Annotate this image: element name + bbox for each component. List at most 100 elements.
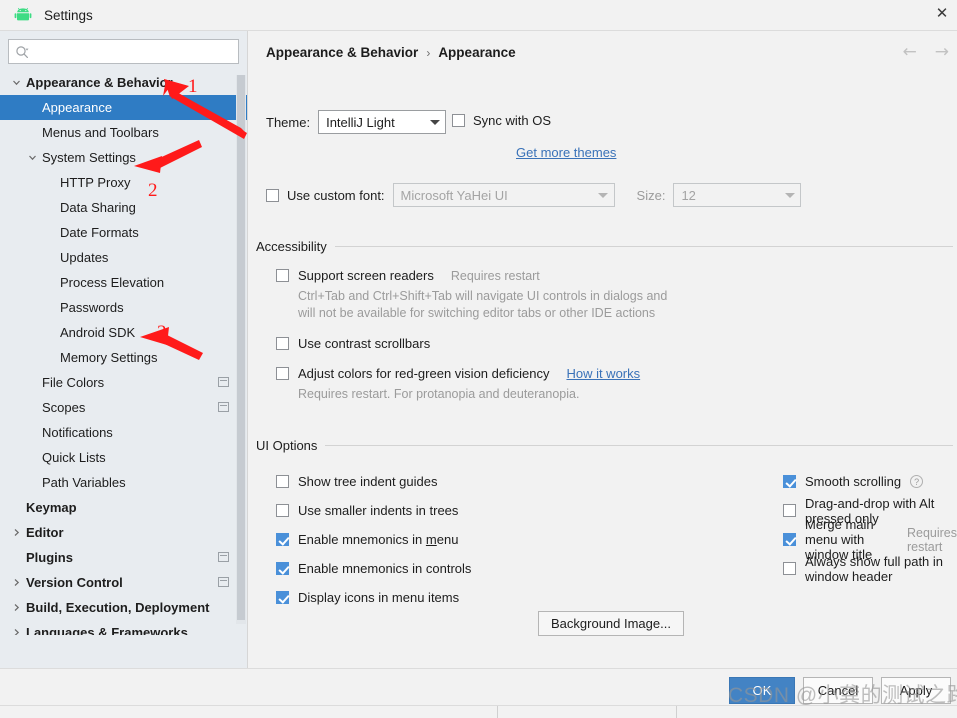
- sidebar-item-process-elevation[interactable]: Process Elevation: [0, 270, 247, 295]
- sidebar-item-passwords[interactable]: Passwords: [0, 295, 247, 320]
- sidebar-item-label: Editor: [26, 525, 64, 540]
- sidebar-item-label: Path Variables: [42, 475, 126, 490]
- sidebar-scrollbar-thumb[interactable]: [237, 75, 245, 620]
- sidebar-item-label: Date Formats: [60, 225, 139, 240]
- use-smaller-indents-in-trees-row[interactable]: Use smaller indents in trees: [276, 496, 471, 525]
- sidebar-item-memory-settings[interactable]: Memory Settings: [0, 345, 247, 370]
- sidebar-item-file-colors[interactable]: File Colors: [0, 370, 247, 395]
- chevron-down-icon[interactable]: [10, 76, 23, 89]
- sidebar-item-data-sharing[interactable]: Data Sharing: [0, 195, 247, 220]
- enable-mnemonics-in-controls-box[interactable]: [276, 562, 289, 575]
- enable-mnemonics-in-menu-label: Enable mnemonics in menu: [298, 532, 459, 547]
- support-screen-readers-row[interactable]: Support screen readers Requires restart: [276, 267, 667, 284]
- sidebar-item-label: Scopes: [42, 400, 86, 415]
- chevron-right-icon[interactable]: [10, 526, 23, 539]
- font-size-select[interactable]: 12: [673, 183, 802, 207]
- chevron-right-icon[interactable]: [10, 576, 23, 589]
- use-custom-font-box[interactable]: [266, 188, 279, 202]
- ui-options-right-column: Smooth scrolling? Drag-and-drop with Alt …: [783, 467, 957, 584]
- display-icons-in-menu-items-row[interactable]: Display icons in menu items: [276, 583, 471, 612]
- background-image-button[interactable]: Background Image...: [538, 611, 684, 636]
- show-tree-indent-guides-row[interactable]: Show tree indent guides: [276, 467, 471, 496]
- use-custom-font-checkbox[interactable]: Use custom font:: [266, 188, 385, 203]
- sidebar-item-label: HTTP Proxy: [60, 175, 131, 190]
- sidebar-item-appearance-behavior[interactable]: Appearance & Behavior: [0, 70, 247, 95]
- get-more-themes-link[interactable]: Get more themes: [516, 145, 616, 160]
- sidebar-item-system-settings[interactable]: System Settings: [0, 145, 247, 170]
- smooth-scrolling-row[interactable]: Smooth scrolling?: [783, 467, 957, 496]
- sidebar-item-path-variables[interactable]: Path Variables: [0, 470, 247, 495]
- sidebar-item-quick-lists[interactable]: Quick Lists: [0, 445, 247, 470]
- sync-with-os-box[interactable]: [452, 114, 465, 127]
- use-contrast-scrollbars-row[interactable]: Use contrast scrollbars: [276, 335, 667, 352]
- android-robot-icon: [14, 7, 32, 23]
- display-icons-in-menu-items-box[interactable]: [276, 591, 289, 604]
- adjust-colors-label: Adjust colors for red-green vision defic…: [298, 366, 550, 381]
- sidebar-item-menus-and-toolbars[interactable]: Menus and Toolbars: [0, 120, 247, 145]
- chevron-right-icon[interactable]: [10, 626, 23, 635]
- sidebar-item-label: Data Sharing: [60, 200, 136, 215]
- show-tree-indent-guides-box[interactable]: [276, 475, 289, 488]
- sidebar-item-label: Notifications: [42, 425, 113, 440]
- sidebar-scrollbar[interactable]: [236, 75, 246, 624]
- sidebar-item-version-control[interactable]: Version Control: [0, 570, 247, 595]
- theme-row: Theme: IntelliJ Light: [266, 110, 447, 134]
- enable-mnemonics-in-controls-row[interactable]: Enable mnemonics in controls: [276, 554, 471, 583]
- how-it-works-link[interactable]: How it works: [566, 366, 640, 381]
- divider: [676, 706, 677, 718]
- settings-tree[interactable]: Appearance & Behavior Appearance Menus and…: [0, 70, 247, 635]
- adjust-colors-box[interactable]: [276, 367, 289, 380]
- chevron-right-icon[interactable]: [10, 601, 23, 614]
- drag-and-drop-with-alt-pressed-only-box[interactable]: [783, 504, 796, 517]
- merge-main-menu-with-window-title-box[interactable]: [783, 533, 796, 546]
- enable-mnemonics-in-menu-box[interactable]: [276, 533, 289, 546]
- sidebar-item-appearance[interactable]: Appearance: [0, 95, 247, 120]
- custom-font-value: Microsoft YaHei UI: [400, 187, 508, 203]
- sidebar-item-http-proxy[interactable]: HTTP Proxy: [0, 170, 247, 195]
- chevron-down-icon[interactable]: [26, 151, 39, 164]
- smooth-scrolling-box[interactable]: [783, 475, 796, 488]
- settings-detail-panel: Appearance & Behavior › Appearance ← → T…: [249, 31, 957, 668]
- support-screen-readers-box[interactable]: [276, 269, 289, 282]
- search-input[interactable]: [29, 43, 238, 60]
- use-smaller-indents-in-trees-box[interactable]: [276, 504, 289, 517]
- sidebar-item-date-formats[interactable]: Date Formats: [0, 220, 247, 245]
- configurable-badge-icon: [218, 377, 229, 387]
- sync-with-os-checkbox[interactable]: Sync with OS: [452, 113, 551, 128]
- sidebar-item-plugins[interactable]: Plugins: [0, 545, 247, 570]
- forward-arrow-icon[interactable]: →: [935, 44, 949, 61]
- merge-main-menu-with-window-title-row[interactable]: Merge main menu with window title Require…: [783, 517, 957, 562]
- sidebar-item-android-sdk[interactable]: Android SDK: [0, 320, 247, 345]
- adjust-colors-row[interactable]: Adjust colors for red-green vision defic…: [276, 365, 667, 382]
- window-titlebar: Settings ✕: [0, 0, 957, 31]
- breadcrumb-parent[interactable]: Appearance & Behavior: [266, 45, 418, 60]
- annotation-number-2: 2: [148, 180, 158, 201]
- close-icon[interactable]: ✕: [931, 2, 953, 24]
- theme-select[interactable]: IntelliJ Light: [318, 110, 447, 134]
- sidebar-item-updates[interactable]: Updates: [0, 245, 247, 270]
- configurable-badge-icon: [218, 577, 229, 587]
- search-box[interactable]: [8, 39, 239, 64]
- help-question-icon[interactable]: ?: [910, 475, 924, 488]
- sidebar-item-keymap[interactable]: Keymap: [0, 495, 247, 520]
- sidebar-item-notifications[interactable]: Notifications: [0, 420, 247, 445]
- sidebar-item-build-execution-deployment[interactable]: Build, Execution, Deployment: [0, 595, 247, 620]
- enable-mnemonics-in-menu-row[interactable]: Enable mnemonics in menu: [276, 525, 471, 554]
- navigation-arrows: ← →: [903, 44, 950, 61]
- custom-font-select[interactable]: Microsoft YaHei UI: [392, 183, 615, 207]
- search-wrapper: [0, 31, 247, 70]
- show-tree-indent-guides-label: Show tree indent guides: [298, 474, 438, 489]
- back-arrow-icon[interactable]: ←: [903, 44, 917, 61]
- use-contrast-scrollbars-box[interactable]: [276, 337, 289, 350]
- sidebar-item-languages-frameworks[interactable]: Languages & Frameworks: [0, 620, 247, 635]
- sidebar-item-scopes[interactable]: Scopes: [0, 395, 247, 420]
- watermark-text: CSDN @小龚的测试之路: [728, 684, 957, 707]
- sidebar-item-editor[interactable]: Editor: [0, 520, 247, 545]
- always-show-full-path-in-window-header-row[interactable]: Always show full path in window header: [783, 554, 957, 584]
- always-show-full-path-in-window-header-box[interactable]: [783, 562, 796, 575]
- ui-options-title: UI Options: [256, 438, 318, 453]
